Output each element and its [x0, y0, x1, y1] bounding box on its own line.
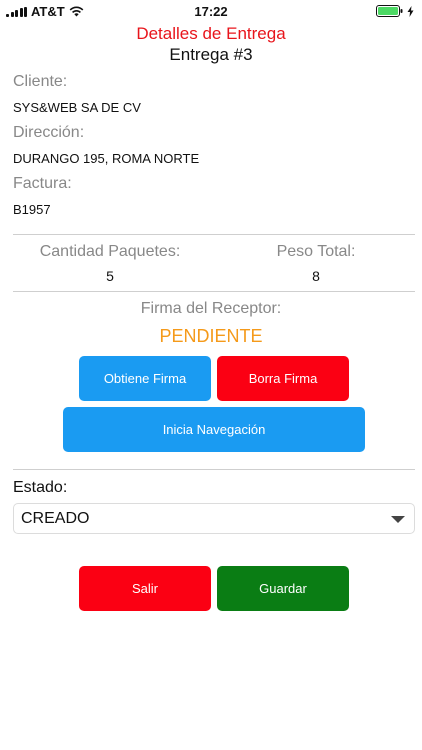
divider [13, 469, 415, 470]
charging-icon [407, 5, 414, 17]
address-label: Dirección: [13, 124, 85, 141]
state-select[interactable]: CREADO [13, 503, 415, 534]
exit-button[interactable]: Salir [79, 566, 211, 611]
client-value: SYS&WEB SA DE CV [13, 100, 141, 115]
chevron-down-icon [391, 516, 405, 523]
save-button[interactable]: Guardar [217, 566, 349, 611]
signature-label: Firma del Receptor: [140, 300, 282, 317]
address-value: DURANGO 195, ROMA NORTE [13, 151, 200, 166]
status-bar: AT&T 17:22 [0, 0, 422, 22]
signature-status: PENDIENTE [159, 326, 263, 346]
weight-label: Peso Total: [276, 243, 356, 260]
delivery-number: Entrega #3 [169, 45, 253, 64]
client-label: Cliente: [13, 73, 68, 90]
get-signature-button[interactable]: Obtiene Firma [79, 356, 211, 401]
battery-icon [376, 5, 403, 17]
divider [13, 291, 415, 292]
invoice-value: B1957 [13, 202, 51, 217]
weight-value: 8 [312, 268, 320, 284]
packages-label: Cantidad Paquetes: [39, 243, 181, 260]
clear-signature-button[interactable]: Borra Firma [217, 356, 349, 401]
state-selected-value: CREADO [21, 510, 90, 527]
state-label: Estado: [13, 479, 68, 496]
divider [13, 234, 415, 235]
status-right [376, 5, 414, 17]
start-navigation-button[interactable]: Inicia Navegación [63, 407, 365, 452]
invoice-label: Factura: [13, 175, 72, 192]
status-time: 17:22 [194, 4, 228, 19]
page-title: Detalles de Entrega [136, 24, 286, 43]
packages-value: 5 [106, 268, 114, 284]
